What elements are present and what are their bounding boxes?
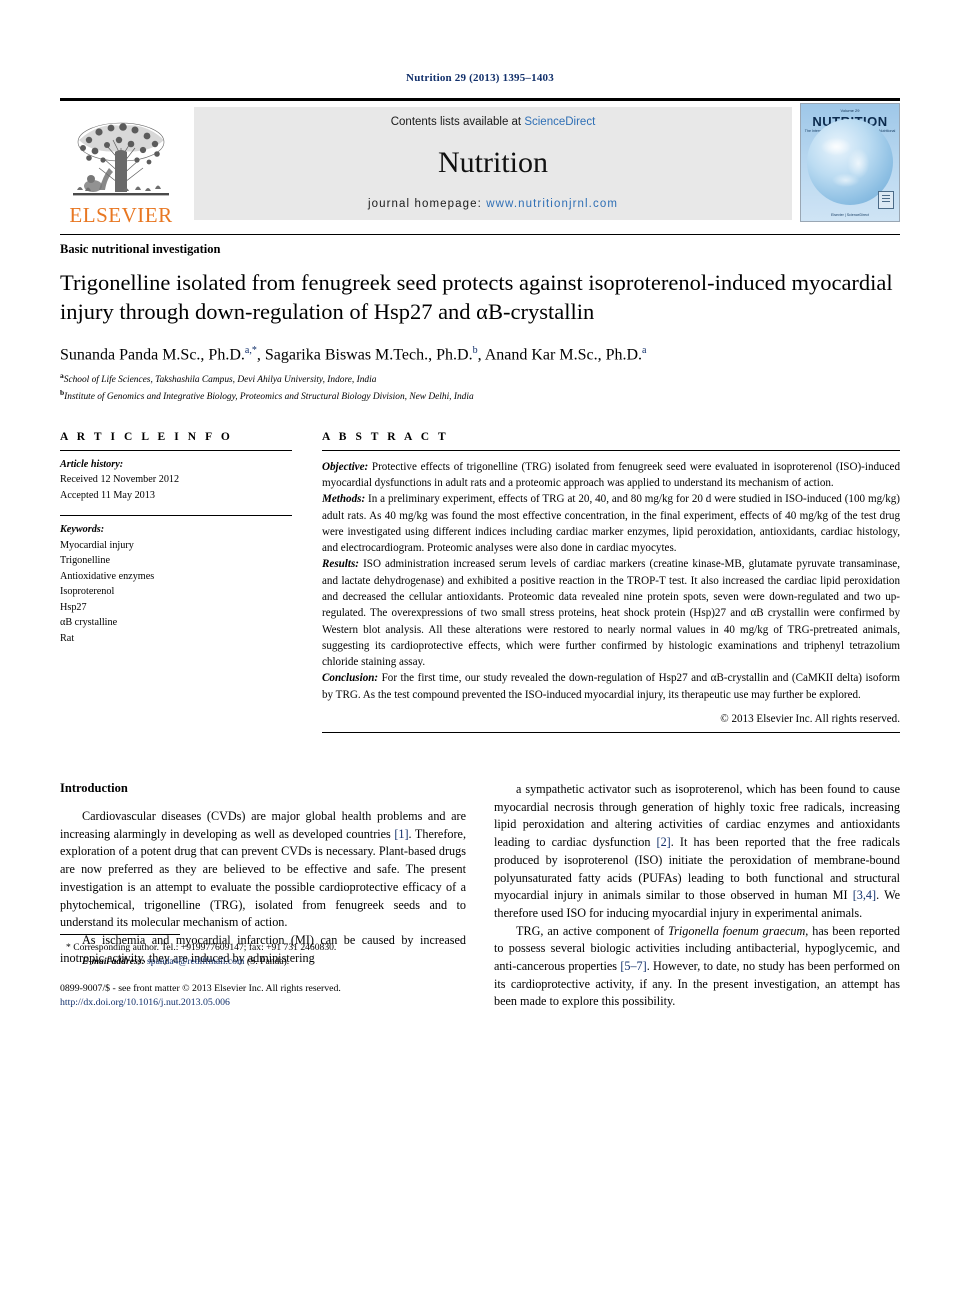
abstract-column: A B S T R A C T Objective: Protective ef…	[322, 430, 900, 734]
abstract-section-label: Results:	[322, 558, 359, 571]
body-columns: Introduction Cardiovascular diseases (CV…	[60, 781, 900, 1011]
elsevier-wordmark: ELSEVIER	[69, 203, 173, 227]
affiliation-mark: b	[60, 387, 65, 397]
copyright-line: © 2013 Elsevier Inc. All rights reserved…	[720, 713, 900, 726]
paper-page: Nutrition 29 (2013) 1395–1403 ELSEVIER C…	[0, 0, 960, 1290]
journal-homepage-line: journal homepage: www.nutritionjrnl.com	[368, 198, 618, 210]
body-column-right: a sympathetic activator such as isoprote…	[494, 781, 900, 1011]
abstract-section: Methods: In a preliminary experiment, ef…	[322, 493, 900, 555]
article-title: Trigonelline isolated from fenugreek see…	[60, 270, 893, 324]
email-suffix: (S. Panda).	[244, 956, 290, 968]
doi-link[interactable]: http://dx.doi.org/10.1016/j.nut.2013.05.…	[60, 996, 466, 1011]
author-name: Sunanda Panda M.Sc., Ph.D.	[60, 345, 245, 363]
keyword-item: Isoproterenol	[60, 586, 115, 598]
affiliation-item: bInstitute of Genomics and Integrative B…	[60, 387, 474, 402]
abstract-section: Conclusion: For the first time, our stud…	[322, 672, 900, 701]
elsevier-badge-icon	[878, 191, 894, 209]
contents-prefix: Contents lists available at	[390, 116, 525, 128]
keyword-list: Myocardial injury Trigonelline Antioxidati…	[60, 538, 292, 647]
body-paragraph: TRG, an active component of Trigonella f…	[494, 923, 900, 1009]
journal-band: Contents lists available at ScienceDirec…	[194, 107, 792, 220]
body-paragraph: a sympathetic activator such as isoprote…	[494, 782, 901, 920]
abstract-section: Results: ISO administration increased se…	[322, 558, 900, 669]
cover-footer-label: Elsevier | ScienceDirect	[831, 213, 869, 217]
keyword-item: Trigonelline	[60, 555, 110, 567]
sciencedirect-link[interactable]: ScienceDirect	[524, 116, 595, 128]
keyword-item: αB crystalline	[60, 617, 118, 629]
article-history-lines: Received 12 November 2012 Accepted 11 May…	[60, 472, 292, 503]
elsevier-tree-icon	[73, 122, 169, 196]
footnote-rule	[60, 933, 180, 935]
email-label: E-mail address:	[82, 956, 145, 968]
journal-masthead: ELSEVIER Contents lists available at Sci…	[60, 98, 900, 226]
affiliation-list: aSchool of Life Sciences, Takshashila Ca…	[60, 371, 900, 405]
article-info-spacer	[60, 503, 292, 515]
corresponding-author-line: * Corresponding author. Tel.: +919977609…	[66, 941, 337, 953]
keywords-block: Keywords: Myocardial injury Trigonelline A…	[60, 516, 292, 646]
abstract-section: Objective: Protective effects of trigone…	[322, 460, 900, 489]
issn-copyright-block: 0899-9007/$ - see front matter © 2013 El…	[60, 982, 466, 1011]
author-affiliation-mark: b	[472, 344, 478, 356]
journal-cover-thumbnail: Volume 29 NUTRITION The International Jo…	[800, 103, 900, 222]
cover-volume-label: Volume 29	[840, 108, 860, 113]
article-history-label: Article history:	[60, 458, 124, 470]
article-info-column: A R T I C L E I N F O Article history: R…	[60, 431, 292, 733]
elsevier-logo: ELSEVIER	[60, 101, 182, 226]
keyword-item: Myocardial injury	[60, 539, 134, 551]
keyword-item: Rat	[60, 632, 75, 644]
author-affiliation-mark: a	[642, 344, 647, 356]
email-line: E-mail address: spanda4@rediffmail.com (…	[60, 955, 466, 969]
introduction-right-text: a sympathetic activator such as isoprote…	[494, 781, 900, 1011]
author-list: Sunanda Panda M.Sc., Ph.D.a,*, Sagarika …	[60, 344, 647, 363]
body-paragraph: Cardiovascular diseases (CVDs) are major…	[60, 809, 466, 930]
citation-link[interactable]: [2]	[657, 835, 671, 849]
contents-available-line: Contents lists available at ScienceDirec…	[391, 116, 596, 128]
section-type-label: Basic nutritional investigation	[60, 234, 900, 257]
abstract-section-label: Objective:	[322, 460, 369, 473]
author-affiliation-mark: a,*	[244, 344, 257, 356]
abstract-section-label: Conclusion:	[322, 672, 379, 685]
running-head: Nutrition 29 (2013) 1395–1403	[406, 72, 554, 84]
author-name: Sagarika Biswas M.Tech., Ph.D.	[264, 345, 473, 363]
article-history-line: Received 12 November 2012	[60, 474, 180, 486]
abstract-text: Objective: Protective effects of trigone…	[322, 451, 900, 703]
abstract-heading: A B S T R A C T	[322, 430, 449, 443]
citation-link[interactable]: [3,4]	[853, 888, 876, 902]
footnote-block: * Corresponding author. Tel.: +919977609…	[60, 933, 466, 1011]
affiliation-mark: a	[60, 371, 64, 381]
keywords-label: Keywords:	[60, 524, 105, 536]
journal-homepage-link[interactable]: www.nutritionjrnl.com	[486, 198, 618, 210]
italic-text: Trigonella foenum graecum	[668, 923, 806, 938]
citation-link[interactable]: [5–7]	[620, 959, 646, 973]
article-history-line: Accepted 11 May 2013	[60, 489, 155, 501]
author-name: Anand Kar M.Sc., Ph.D.	[484, 345, 643, 363]
introduction-heading: Introduction	[60, 781, 128, 796]
article-info-heading: A R T I C L E I N F O	[60, 430, 233, 443]
abstract-rule-bottom	[322, 732, 900, 734]
corresponding-author-note: * Corresponding author. Tel.: +919977609…	[60, 941, 466, 970]
abstract-section-label: Methods:	[322, 493, 366, 506]
info-abstract-region: A R T I C L E I N F O Article history: R…	[60, 430, 900, 734]
keyword-item: Hsp27	[60, 601, 87, 613]
body-column-left: Introduction Cardiovascular diseases (CV…	[60, 781, 466, 1011]
front-matter-line: 0899-9007/$ - see front matter © 2013 El…	[60, 982, 341, 994]
article-history-block: Article history: Received 12 November 20…	[60, 451, 292, 504]
email-link[interactable]: spanda4@rediffmail.com	[147, 956, 244, 967]
homepage-prefix: journal homepage:	[367, 198, 487, 210]
affiliation-item: aSchool of Life Sciences, Takshashila Ca…	[60, 371, 377, 386]
citation-link[interactable]: [1]	[394, 827, 408, 841]
journal-title: Nutrition	[438, 146, 548, 179]
keyword-item: Antioxidative enzymes	[60, 570, 155, 582]
